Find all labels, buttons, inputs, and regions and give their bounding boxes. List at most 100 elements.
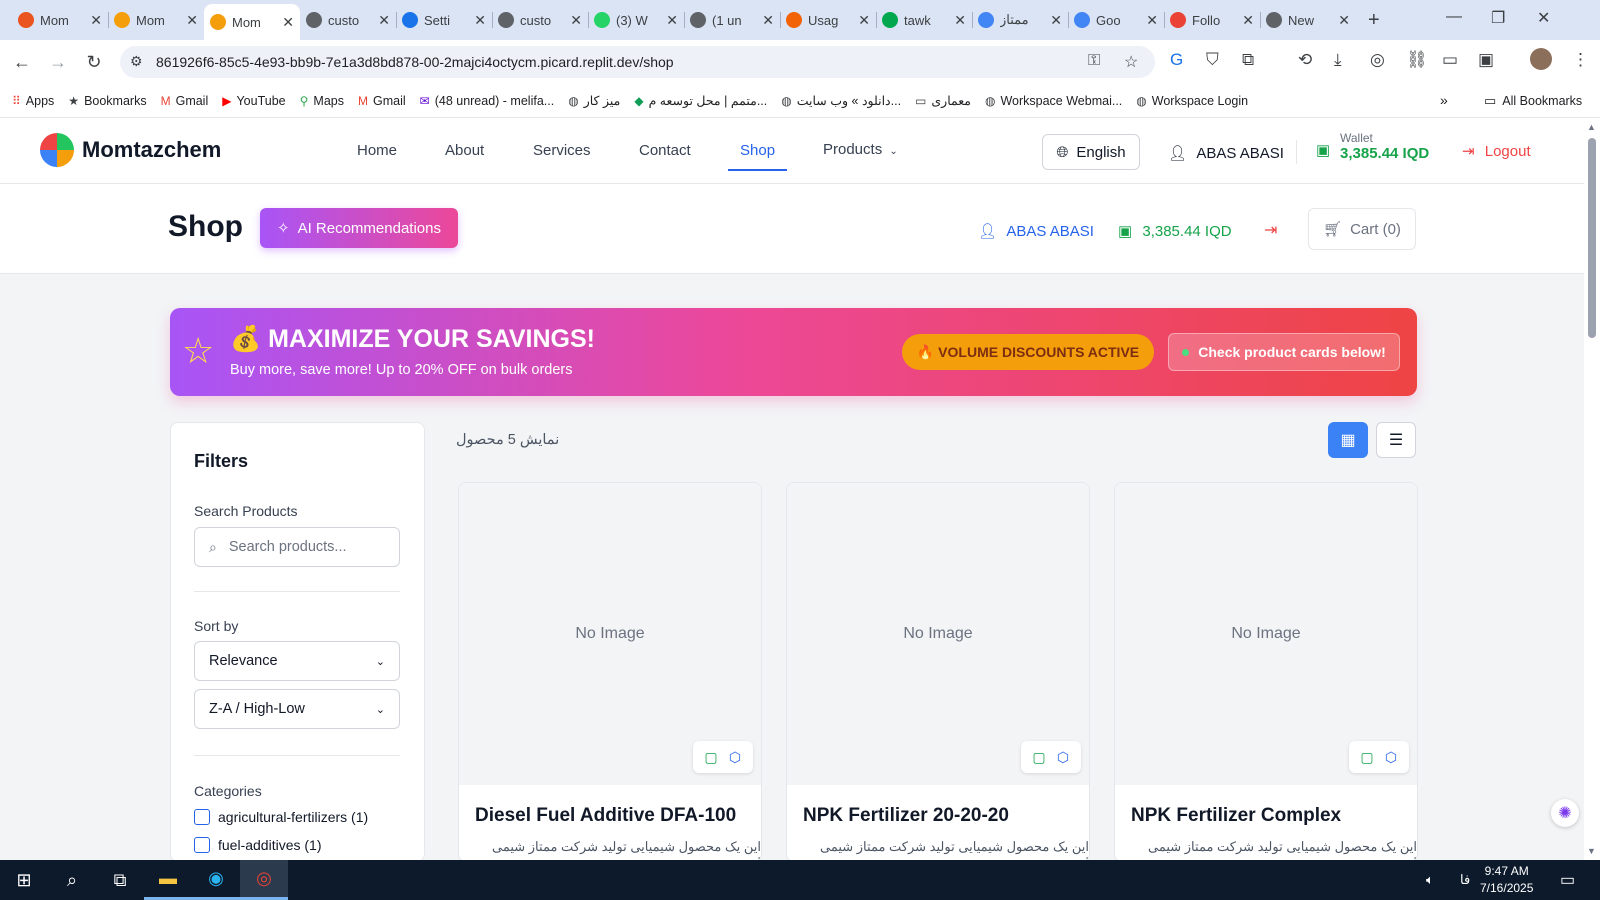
close-tab-icon[interactable]: ✕	[378, 12, 390, 29]
search-input[interactable]: ⌕ Search products...	[194, 527, 400, 567]
scrollbar-thumb[interactable]	[1588, 138, 1596, 338]
checkbox[interactable]	[194, 809, 210, 825]
header-logout-button[interactable]: ⇥ Logout	[1462, 142, 1531, 160]
category-checkbox-agricultural-fertilizers[interactable]: agricultural-fertilizers (1)	[194, 809, 368, 825]
order-select[interactable]: Z-A / High-Low ⌄	[194, 689, 400, 729]
bookmark-item[interactable]: ◍ Workspace Login	[1136, 94, 1248, 108]
scroll-up-icon[interactable]: ▲	[1587, 122, 1596, 132]
brand-logo[interactable]: Momtazchem	[40, 133, 221, 167]
more-bookmarks-icon[interactable]: »	[1440, 92, 1448, 108]
bookmark-item[interactable]: ◍ دانلود » وب سایت...	[781, 93, 901, 109]
password-key-icon[interactable]: ⚿	[1088, 52, 1100, 70]
address-bar[interactable]: ⚙ 861926f6-85c5-4e93-bb9b-7e1a3d8bd878-0…	[120, 46, 1155, 78]
browser-tab[interactable]: (1 un ✕	[684, 4, 780, 36]
header-user[interactable]: 👤︎ ABAS ABASI	[1168, 144, 1284, 162]
browser-tab[interactable]: Usag ✕	[780, 4, 876, 36]
bookmark-star-icon[interactable]: ☆	[1124, 52, 1138, 72]
volume-muted-icon[interactable]: 🔈︎	[1426, 872, 1434, 888]
chrome-icon[interactable]: ◎	[240, 860, 288, 900]
bookmark-item[interactable]: ▶ YouTube	[222, 94, 285, 108]
close-tab-icon[interactable]: ✕	[1242, 12, 1254, 29]
cart-button[interactable]: 🛒︎ Cart (0)	[1308, 208, 1416, 250]
close-tab-icon[interactable]: ✕	[1338, 12, 1350, 29]
subheader-wallet[interactable]: ▣ 3,385.44 IQD	[1118, 222, 1232, 240]
close-tab-icon[interactable]: ✕	[282, 14, 294, 31]
close-tab-icon[interactable]: ✕	[762, 12, 774, 29]
bookmark-item[interactable]: M Gmail	[161, 94, 209, 108]
nav-home[interactable]: Home	[357, 142, 397, 159]
bookmark-item[interactable]: ◆ متمم | محل توسعه م...	[634, 93, 767, 109]
header-wallet[interactable]: ▣ Wallet 3,385.44 IQD	[1316, 131, 1429, 162]
browser-tab[interactable]: Goo ✕	[1068, 4, 1164, 36]
bookmark-item[interactable]: ◍ Workspace Webmai...	[985, 94, 1122, 108]
browser-tab[interactable]: custo ✕	[492, 4, 588, 36]
nav-contact[interactable]: Contact	[639, 142, 691, 159]
bookmark-item[interactable]: M Gmail	[358, 94, 406, 108]
nav-about[interactable]: About	[445, 142, 484, 159]
check-products-button[interactable]: Check product cards below!	[1168, 333, 1400, 371]
ai-assistant-brain-icon[interactable]: ✺	[1551, 799, 1579, 827]
chat-icon[interactable]: ▢	[1355, 749, 1379, 766]
link-icon[interactable]: ⛓	[1406, 50, 1428, 70]
close-tab-icon[interactable]: ✕	[858, 12, 870, 29]
browser-tab[interactable]: Mom ✕	[204, 4, 300, 40]
chat-icon[interactable]: ▢	[699, 749, 723, 766]
screenshot-icon[interactable]: ◎	[1370, 50, 1385, 70]
input-language[interactable]: فا	[1460, 872, 1470, 888]
browser-tab[interactable]: New ✕	[1260, 4, 1356, 36]
browser-tab[interactable]: Mom ✕	[108, 4, 204, 36]
scroll-down-icon[interactable]: ▼	[1587, 846, 1596, 856]
product-name[interactable]: NPK Fertilizer 20-20-20	[803, 805, 1009, 827]
notifications-icon[interactable]: ▭	[1560, 870, 1575, 890]
new-tab-button[interactable]: +	[1368, 9, 1380, 32]
browser-tab[interactable]: custo ✕	[300, 4, 396, 36]
file-explorer-icon[interactable]: ▬	[144, 860, 192, 900]
bookmark-item[interactable]: ★ Bookmarks	[68, 94, 146, 108]
close-tab-icon[interactable]: ✕	[1146, 12, 1158, 29]
profile-avatar[interactable]	[1530, 48, 1552, 70]
nav-services[interactable]: Services	[533, 142, 591, 159]
browser-tab[interactable]: (3) W ✕	[588, 4, 684, 36]
search-icon[interactable]: ⌕	[48, 860, 96, 900]
close-tab-icon[interactable]: ✕	[570, 12, 582, 29]
history-icon[interactable]: ⟲	[1298, 50, 1312, 70]
ai-recommendations-button[interactable]: ✧ AI Recommendations	[260, 208, 458, 248]
close-tab-icon[interactable]: ✕	[474, 12, 486, 29]
bookmark-item[interactable]: ▭ معماری	[915, 93, 971, 109]
close-tab-icon[interactable]: ✕	[666, 12, 678, 29]
cube-icon[interactable]: ⬡	[1051, 749, 1075, 766]
nav-shop[interactable]: Shop	[727, 142, 788, 171]
bookmark-item[interactable]: ◍ میز کار	[568, 93, 620, 109]
category-checkbox-fuel-additives[interactable]: fuel-additives (1)	[194, 837, 322, 853]
product-name[interactable]: Diesel Fuel Additive DFA-100	[475, 805, 736, 827]
product-card[interactable]: No Image ▢ ⬡ Diesel Fuel Additive DFA-10…	[458, 482, 762, 862]
close-tab-icon[interactable]: ✕	[90, 12, 102, 29]
task-view-icon[interactable]: ⧉	[96, 860, 144, 900]
cube-icon[interactable]: ⬡	[1379, 749, 1403, 766]
browser-tab[interactable]: ممتاز ✕	[972, 4, 1068, 36]
subheader-user[interactable]: 👤︎ ABAS ABASI	[978, 222, 1094, 240]
all-bookmarks-button[interactable]: ▭ All Bookmarks	[1484, 93, 1582, 109]
bookmark-item[interactable]: ✉ (48 unread) - melifa...	[420, 94, 555, 108]
browser-tab[interactable]: tawk ✕	[876, 4, 972, 36]
close-tab-icon[interactable]: ✕	[186, 12, 198, 29]
clock[interactable]: 9:47 AM 7/16/2025	[1480, 863, 1533, 897]
close-window-icon[interactable]: ✕	[1537, 8, 1550, 28]
nav-products[interactable]: Products ⌄	[823, 141, 898, 158]
windows-start-icon[interactable]: ⊞	[0, 860, 48, 900]
side-panel-icon[interactable]: ▣	[1478, 50, 1494, 70]
shield-extension-icon[interactable]: ⛉	[1206, 50, 1219, 70]
reload-icon[interactable]: ↻	[76, 52, 112, 73]
menu-kebab-icon[interactable]: ⋮	[1572, 50, 1589, 70]
browser-tab[interactable]: Setti ✕	[396, 4, 492, 36]
extensions-puzzle-icon[interactable]: ⧉	[1242, 50, 1254, 70]
forward-arrow-icon[interactable]: →	[40, 52, 76, 73]
close-tab-icon[interactable]: ✕	[1050, 12, 1062, 29]
checkbox[interactable]	[194, 837, 210, 853]
browser-tab[interactable]: Mom ✕	[12, 4, 108, 36]
language-switcher[interactable]: 🌐︎ English	[1042, 134, 1140, 170]
product-card[interactable]: No Image ▢ ⬡ NPK Fertilizer Complex این …	[1114, 482, 1418, 862]
bookmark-item[interactable]: ⠿ Apps	[12, 94, 54, 108]
chat-icon[interactable]: ▢	[1027, 749, 1051, 766]
page-scrollbar[interactable]: ▲ ▼	[1584, 118, 1600, 860]
